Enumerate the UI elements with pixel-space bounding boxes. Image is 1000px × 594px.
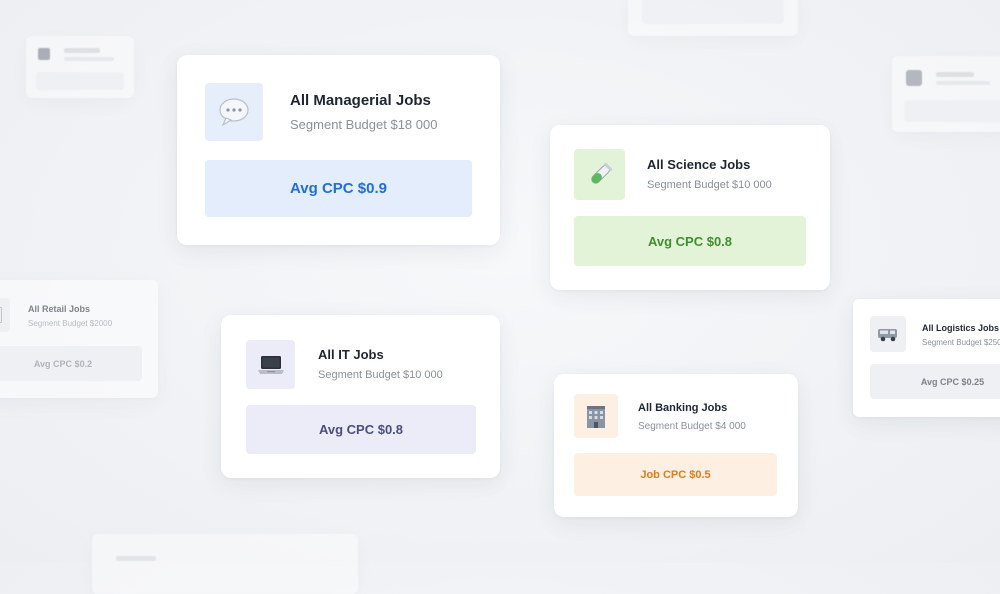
cpc-button[interactable]: Avg CPC $0.8 [574, 216, 806, 266]
background-card-line [936, 81, 990, 85]
background-card-icon [906, 70, 922, 86]
background-card-icon [38, 48, 50, 60]
segment-card-it[interactable]: All IT Jobs Segment Budget $10 000 Avg C… [221, 315, 500, 478]
segment-card-logistics[interactable]: All Logistics Jobs Segment Budget $250 A… [853, 299, 1000, 417]
cpc-button[interactable]: Job CPC $0.5 [574, 453, 777, 496]
background-card-bottom [92, 534, 358, 594]
segment-budget: Segment Budget $18 000 [290, 117, 438, 132]
segment-budget: Segment Budget $10 000 [318, 369, 443, 381]
background-card-line [64, 57, 114, 61]
segment-budget: Segment Budget $2000 [28, 319, 113, 328]
segment-card-managerial[interactable]: All Managerial Jobs Segment Budget $18 0… [177, 55, 500, 245]
cpc-button[interactable]: Avg CPC $0.9 [205, 160, 472, 217]
shop-icon-glyph [0, 307, 2, 323]
laptop-icon [246, 340, 295, 389]
background-card-pill [642, 0, 784, 24]
segment-title: All Science Jobs [647, 157, 751, 172]
background-card-pill [904, 100, 1000, 122]
segment-budget: Segment Budget $4 000 [638, 421, 746, 432]
segment-card-banking[interactable]: All Banking Jobs Segment Budget $4 000 J… [554, 374, 798, 517]
shop-icon [0, 298, 10, 332]
background-card-pill [36, 72, 124, 90]
segment-title: All IT Jobs [318, 347, 384, 362]
background-card-line [64, 48, 100, 53]
background-card-line [936, 72, 974, 77]
cpc-button[interactable]: Avg CPC $0.2 [0, 346, 142, 381]
segment-title: All Managerial Jobs [290, 92, 431, 109]
segment-title: All Logistics Jobs [922, 323, 1000, 333]
van-icon [870, 316, 906, 352]
background-card-top-left [26, 36, 134, 98]
cpc-button[interactable]: Avg CPC $0.25 [870, 364, 1000, 399]
cpc-button[interactable]: Avg CPC $0.8 [246, 405, 476, 454]
speech-bubble-icon [205, 83, 263, 141]
background-card-top-right [892, 56, 1000, 132]
segment-title: All Banking Jobs [638, 402, 728, 414]
test-tube-icon [574, 149, 625, 200]
segment-card-retail[interactable]: All Retail Jobs Segment Budget $2000 Avg… [0, 280, 158, 398]
segment-budget: Segment Budget $10 000 [647, 179, 772, 191]
office-building-icon [574, 394, 618, 438]
segment-card-science[interactable]: All Science Jobs Segment Budget $10 000 … [550, 125, 830, 290]
segment-budget: Segment Budget $250 [922, 338, 1000, 347]
background-card-top-center [628, 0, 798, 36]
background-card-line [116, 556, 156, 561]
segment-title: All Retail Jobs [28, 304, 91, 314]
